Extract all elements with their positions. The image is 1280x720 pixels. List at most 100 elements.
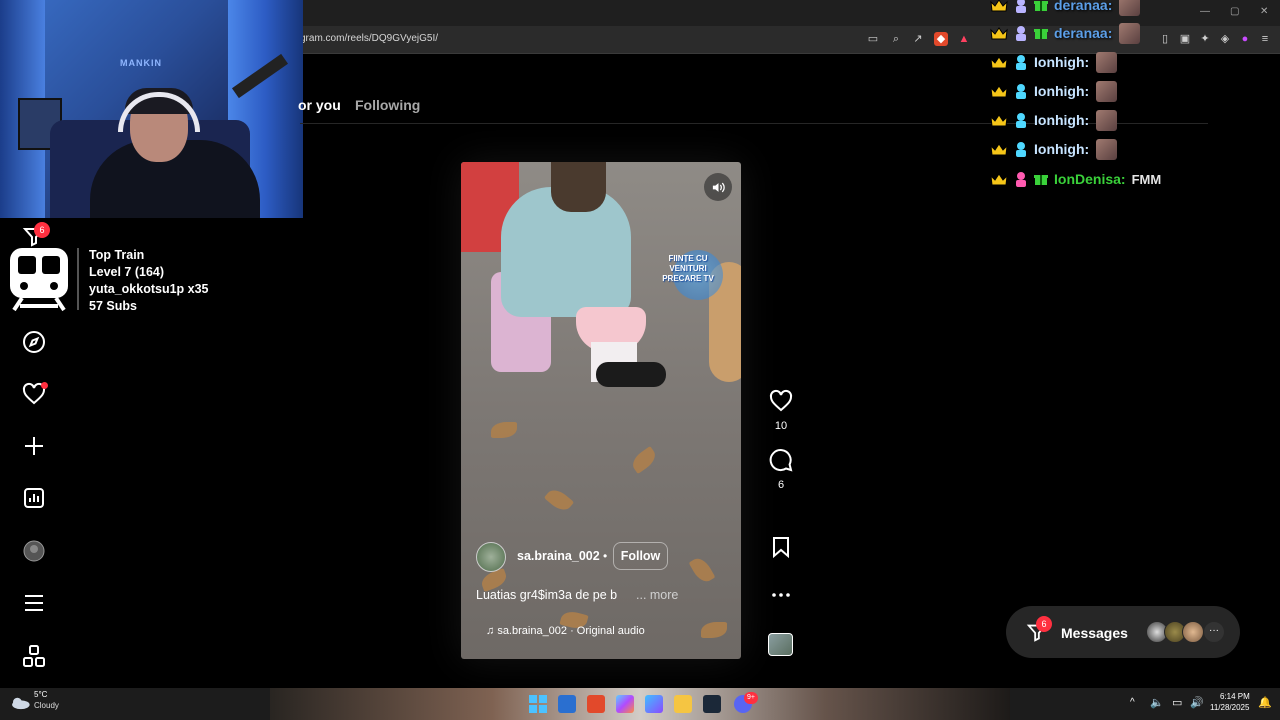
chat-message: Ionhigh: xyxy=(990,138,1118,160)
ellipsis-icon xyxy=(772,593,790,597)
close-icon[interactable]: ✕ xyxy=(1260,6,1268,17)
apps-icon[interactable] xyxy=(20,642,48,670)
chat-message: Ionhigh: xyxy=(990,80,1118,102)
reel-username[interactable]: sa.braina_002 xyxy=(517,549,600,563)
audio-thumbnail[interactable] xyxy=(768,633,793,656)
steam-icon[interactable] xyxy=(703,695,721,713)
chat-username: Ionhigh: xyxy=(1034,54,1090,70)
reel-audio-link[interactable]: ♫ sa.braina_002 · Original audio xyxy=(486,625,645,637)
webcam-overlay: MANKIN xyxy=(0,0,303,218)
leaf xyxy=(628,445,660,475)
messages-button[interactable]: 6 Messages ··· xyxy=(1006,606,1240,658)
filter-badge: 6 xyxy=(34,222,50,238)
leaf xyxy=(701,622,727,638)
maximize-icon[interactable]: ▢ xyxy=(1230,6,1239,17)
sidebar-toggle-icon[interactable]: ▯ xyxy=(1158,32,1172,46)
tray-chevron-icon[interactable]: ^ xyxy=(1130,697,1135,708)
wallet-icon[interactable]: ▣ xyxy=(1178,32,1192,46)
neon-sign: MANKIN xyxy=(120,58,162,68)
chat-emote xyxy=(1096,51,1118,73)
train-divider xyxy=(77,248,79,310)
chat-emote xyxy=(1096,138,1118,160)
like-action[interactable]: 10 xyxy=(766,389,796,432)
chat-emote xyxy=(1119,0,1141,16)
role-badge-icon xyxy=(1016,84,1026,99)
chat-username: deranaa: xyxy=(1054,25,1113,41)
messages-label: Messages xyxy=(1061,625,1128,641)
role-badge-icon xyxy=(1016,55,1026,70)
copilot-icon[interactable] xyxy=(616,695,634,713)
train-user: yuta_okkotsu1p x35 xyxy=(89,282,209,296)
file-explorer-icon[interactable] xyxy=(674,695,692,713)
chat-message: IonDenisa: FMM xyxy=(990,168,1161,190)
chat-username: Ionhigh: xyxy=(1034,112,1090,128)
reel-video[interactable]: FIINȚE CU VENITURI PRECARE TV sa.braina_… xyxy=(461,162,741,659)
train-subs: 57 Subs xyxy=(89,299,137,313)
chat-emote xyxy=(1119,22,1141,44)
rewards-icon[interactable]: ▲ xyxy=(957,32,971,46)
clock-date[interactable]: 11/28/2025 xyxy=(1210,703,1249,712)
role-badge-icon xyxy=(1016,0,1026,13)
child-hair xyxy=(551,162,606,212)
cast-icon[interactable]: ▭ xyxy=(866,32,880,46)
start-icon[interactable] xyxy=(529,695,547,713)
chat-username: deranaa: xyxy=(1054,0,1113,13)
tab-for-you[interactable]: or you xyxy=(298,97,341,113)
chat-message: Ionhigh: xyxy=(990,51,1118,73)
chat-emote xyxy=(1096,80,1118,102)
crown-icon xyxy=(990,142,1008,155)
save-action[interactable] xyxy=(766,535,796,564)
menu-icon[interactable]: ≡ xyxy=(1258,32,1272,46)
speaker-tray-icon[interactable]: 🔊 xyxy=(1190,696,1204,709)
vpn-icon[interactable]: ◈ xyxy=(1218,32,1232,46)
weather-temp[interactable]: 5°C xyxy=(34,690,47,699)
gift-sub-icon xyxy=(1034,1,1048,11)
brave-shield-icon[interactable]: ◆ xyxy=(934,32,948,46)
messages-badge: 6 xyxy=(1036,616,1052,632)
chat-message: deranaa: xyxy=(990,0,1141,16)
chat-text: FMM xyxy=(1131,171,1162,187)
comment-icon xyxy=(769,449,793,472)
chat-username: Ionhigh: xyxy=(1034,141,1090,157)
heart-icon xyxy=(769,389,793,412)
share-icon[interactable]: ↗ xyxy=(911,32,925,46)
m365-icon[interactable] xyxy=(645,695,663,713)
minimize-icon[interactable]: — xyxy=(1200,6,1210,17)
create-icon[interactable] xyxy=(20,432,48,460)
reel-author-avatar[interactable] xyxy=(476,542,506,572)
extensions-icon[interactable]: ✦ xyxy=(1198,32,1212,46)
follow-button[interactable]: Follow xyxy=(613,542,668,570)
webcam-bleed xyxy=(270,688,1010,720)
dashboard-icon[interactable] xyxy=(20,484,48,512)
profile-avatar[interactable] xyxy=(20,537,48,565)
brave-icon[interactable] xyxy=(587,695,605,713)
network-icon[interactable]: ▭ xyxy=(1172,696,1182,709)
explore-icon[interactable] xyxy=(20,328,48,356)
clock-time[interactable]: 6:14 PM xyxy=(1220,692,1250,701)
tab-following[interactable]: Following xyxy=(355,97,420,113)
role-badge-icon xyxy=(1016,26,1026,41)
message-avatar xyxy=(1182,621,1204,643)
weather-desc[interactable]: Cloudy xyxy=(34,701,59,710)
zoom-icon[interactable]: ⌕ xyxy=(889,32,903,46)
gift-sub-icon xyxy=(1034,29,1048,39)
notification-bell-icon[interactable]: 🔔 xyxy=(1258,696,1272,709)
leo-icon[interactable]: ● xyxy=(1238,32,1252,46)
comment-count: 6 xyxy=(777,479,785,491)
crown-icon xyxy=(990,172,1008,185)
task-view-icon[interactable] xyxy=(558,695,576,713)
role-badge-icon xyxy=(1016,172,1026,187)
url-text[interactable]: gram.com/reels/DQ9GVyejG5I/ xyxy=(300,33,438,44)
chat-message: Ionhigh: xyxy=(990,109,1118,131)
crown-icon xyxy=(990,0,1008,11)
mute-button[interactable] xyxy=(704,173,732,201)
comment-action[interactable]: 6 xyxy=(766,448,796,491)
caption-more-link[interactable]: ... more xyxy=(636,588,678,602)
video-watermark: FIINȚE CU VENITURI PRECARE TV xyxy=(662,254,714,283)
crown-icon xyxy=(990,26,1008,39)
volume-icon[interactable]: 🔈 xyxy=(1150,696,1164,709)
more-menu-icon[interactable] xyxy=(20,589,48,617)
more-options-action[interactable] xyxy=(766,583,796,612)
notification-dot xyxy=(41,382,48,389)
username-separator: • xyxy=(603,549,608,563)
